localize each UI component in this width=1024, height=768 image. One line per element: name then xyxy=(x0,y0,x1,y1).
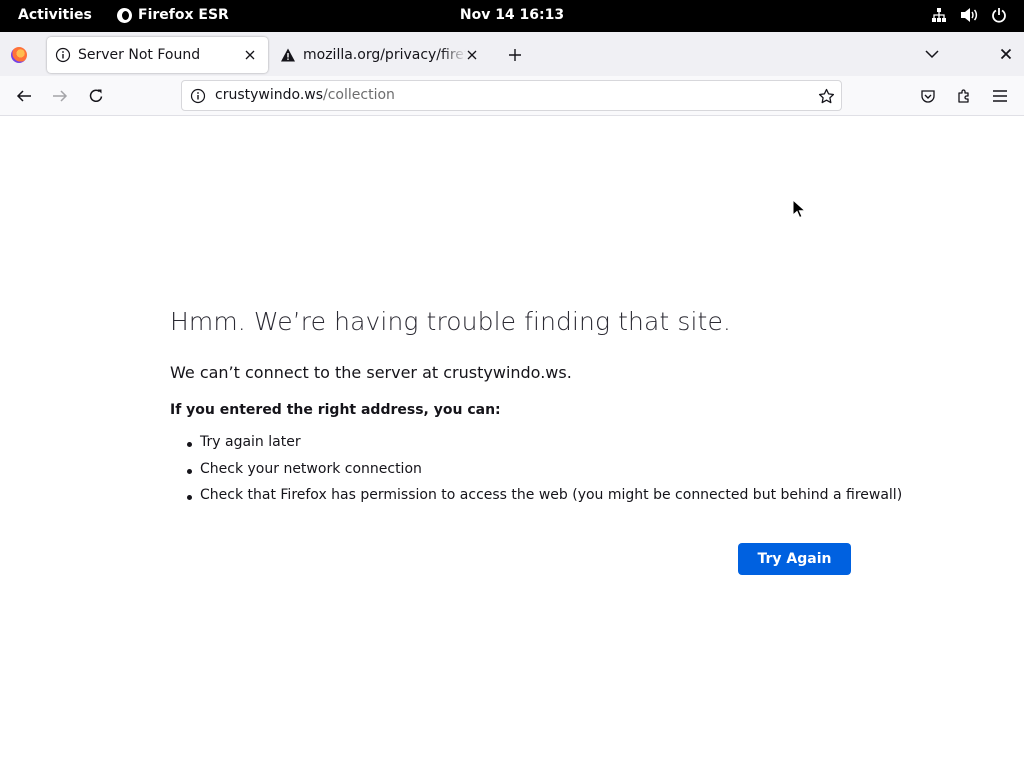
reload-icon[interactable] xyxy=(86,86,106,106)
tab-server-not-found[interactable]: Server Not Found xyxy=(47,37,268,73)
system-status-area[interactable] xyxy=(930,6,1008,24)
navigation-toolbar: crustywindo.ws/collection xyxy=(0,76,1024,116)
mouse-pointer-icon xyxy=(792,199,806,219)
app-name: Firefox ESR xyxy=(138,7,229,23)
site-info-icon[interactable] xyxy=(190,88,206,104)
tab-strip: Server Not Found mozilla.org/privacy/fir… xyxy=(0,32,1024,76)
tab-title: Server Not Found xyxy=(78,47,201,63)
error-title: Hmm. We’re having trouble finding that s… xyxy=(170,307,731,336)
new-tab-icon[interactable] xyxy=(505,45,525,65)
try-again-button[interactable]: Try Again xyxy=(738,543,851,575)
suggestion-list: Try again later Check your network conne… xyxy=(170,434,902,514)
firefox-icon xyxy=(117,7,132,23)
error-page: Hmm. We’re having trouble finding that s… xyxy=(0,117,1024,768)
list-item: Check your network connection xyxy=(170,461,902,488)
activities-button[interactable]: Activities xyxy=(18,7,92,23)
forward-arrow-icon[interactable] xyxy=(50,86,70,106)
tab-title: mozilla.org/privacy/firefox xyxy=(303,47,466,63)
warning-icon xyxy=(280,47,296,63)
clock[interactable]: Nov 14 16:13 xyxy=(460,7,564,23)
error-subheading: If you entered the right address, you ca… xyxy=(170,402,501,418)
back-arrow-icon[interactable] xyxy=(14,86,34,106)
tab-mozilla-privacy[interactable]: mozilla.org/privacy/firefox xyxy=(272,37,490,73)
close-tab-icon[interactable] xyxy=(464,47,480,63)
bookmark-star-icon[interactable] xyxy=(817,87,835,105)
extensions-icon[interactable] xyxy=(954,86,974,106)
url-host: crustywindo.ws xyxy=(215,87,324,103)
list-item: Try again later xyxy=(170,434,902,461)
hamburger-menu-icon[interactable] xyxy=(990,86,1010,106)
close-window-icon[interactable] xyxy=(997,45,1015,63)
error-description: We can’t connect to the server at crusty… xyxy=(170,363,572,382)
network-icon xyxy=(930,6,948,24)
pocket-icon[interactable] xyxy=(918,86,938,106)
url-path: /collection xyxy=(323,87,395,103)
list-item: Check that Firefox has permission to acc… xyxy=(170,487,902,514)
volume-icon xyxy=(960,6,978,24)
address-bar[interactable]: crustywindo.ws/collection xyxy=(181,80,842,111)
power-icon xyxy=(990,6,1008,24)
system-top-bar: Activities Firefox ESR Nov 14 16:13 xyxy=(0,0,1024,32)
firefox-view-icon[interactable] xyxy=(11,47,27,63)
close-tab-icon[interactable] xyxy=(242,47,258,63)
app-menu[interactable]: Firefox ESR xyxy=(117,7,229,23)
url-text[interactable]: crustywindo.ws/collection xyxy=(215,87,395,103)
info-icon xyxy=(55,47,71,63)
chevron-down-icon[interactable] xyxy=(923,45,941,63)
